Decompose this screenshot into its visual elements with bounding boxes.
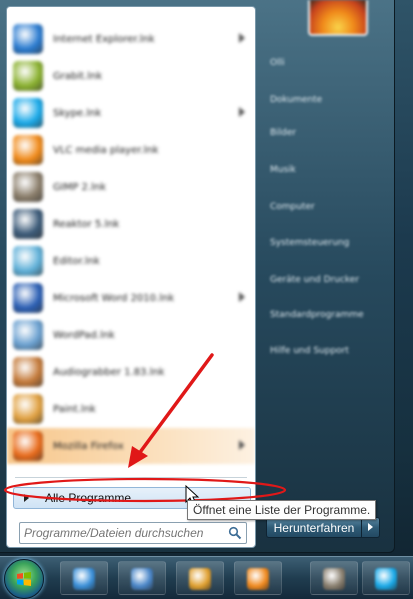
submenu-arrow-icon[interactable] xyxy=(239,33,245,43)
taskbar-app-button[interactable] xyxy=(176,561,224,595)
internet-explorer-taskbar-icon xyxy=(73,568,95,590)
submenu-arrow-icon[interactable] xyxy=(239,107,245,117)
program-label: Microsoft Word 2010.lnk xyxy=(53,292,175,304)
program-item[interactable]: Reaktor 5.lnk xyxy=(7,206,255,242)
submenu-arrow-icon[interactable] xyxy=(239,292,245,302)
search-box[interactable] xyxy=(19,522,247,544)
right-panel-link[interactable]: Musik xyxy=(270,165,296,175)
taskbar-app-button[interactable] xyxy=(234,561,282,595)
program-item[interactable]: Internet Explorer.lnk xyxy=(7,21,255,57)
program-label: Paint.lnk xyxy=(53,403,96,415)
right-panel-link[interactable]: Hilfe und Support xyxy=(270,346,349,356)
expand-arrow-icon xyxy=(24,494,29,502)
start-menu: Internet Explorer.lnk Grabit.lnk Skype.lnk… xyxy=(0,0,395,553)
program-label: Editor.lnk xyxy=(53,255,100,267)
windows-logo-icon xyxy=(17,572,31,586)
program-label: VLC media player.lnk xyxy=(53,144,159,156)
right-panel-link[interactable]: Bilder xyxy=(270,128,296,138)
start-button[interactable] xyxy=(4,559,44,599)
program-item[interactable]: VLC media player.lnk xyxy=(7,132,255,168)
tools-taskbar-icon xyxy=(189,568,211,590)
program-label: Skype.lnk xyxy=(53,107,102,119)
pinned-programs-list: Internet Explorer.lnk Grabit.lnk Skype.lnk… xyxy=(7,7,255,472)
search-input[interactable] xyxy=(24,526,220,540)
program-label: Internet Explorer.lnk xyxy=(53,33,155,45)
program-item[interactable]: Skype.lnk xyxy=(7,95,255,131)
programs-panel: Internet Explorer.lnk Grabit.lnk Skype.lnk… xyxy=(6,6,256,548)
paint-icon xyxy=(13,394,43,424)
grabit-icon xyxy=(13,61,43,91)
right-panel-link[interactable]: Computer xyxy=(270,202,315,212)
reaktor-icon xyxy=(13,209,43,239)
gimp-taskbar-icon xyxy=(323,568,345,590)
program-label: WordPad.lnk xyxy=(53,329,115,341)
skype-icon xyxy=(13,98,43,128)
all-programs-tooltip: Öffnet eine Liste der Programme. xyxy=(187,500,377,520)
word-icon xyxy=(13,283,43,313)
program-item[interactable]: Grabit.lnk xyxy=(7,58,255,94)
program-label: GIMP 2.lnk xyxy=(53,181,106,193)
menu-separator xyxy=(15,477,247,478)
right-panel-link[interactable]: Geräte und Drucker xyxy=(270,275,359,285)
wordpad-icon xyxy=(13,320,43,350)
right-links-panel: Olli Dokumente Bilder Musik Computer Systemst… xyxy=(258,0,392,510)
submenu-arrow-icon[interactable] xyxy=(239,440,245,450)
right-panel-link[interactable]: Dokumente xyxy=(270,95,322,105)
taskbar-app-button[interactable] xyxy=(118,561,166,595)
taskbar-app-button[interactable] xyxy=(362,561,410,595)
program-item[interactable]: GIMP 2.lnk xyxy=(7,169,255,205)
program-item[interactable]: Microsoft Word 2010.lnk xyxy=(7,280,255,316)
right-panel-link[interactable]: Standardprogramme xyxy=(270,310,364,320)
internet-explorer-icon xyxy=(13,24,43,54)
program-label: Mozilla Firefox xyxy=(53,440,124,452)
program-label: Grabit.lnk xyxy=(53,70,103,82)
firefox-icon xyxy=(13,431,43,461)
skype-taskbar-icon xyxy=(375,568,397,590)
program-item[interactable]: Mozilla Firefox xyxy=(7,428,255,464)
gimp-icon xyxy=(13,172,43,202)
search-icon[interactable] xyxy=(228,526,242,540)
program-label: Audiograbber 1.83.lnk xyxy=(53,366,165,378)
program-label: Reaktor 5.lnk xyxy=(53,218,120,230)
taskbar xyxy=(0,556,413,599)
user-picture[interactable] xyxy=(308,0,368,36)
taskbar-app-button[interactable] xyxy=(310,561,358,595)
shutdown-button[interactable]: Herunterfahren xyxy=(266,517,362,538)
right-panel-link[interactable]: Olli xyxy=(270,58,285,68)
media-player-taskbar-icon xyxy=(247,568,269,590)
program-item[interactable]: WordPad.lnk xyxy=(7,317,255,353)
vlc-icon xyxy=(13,135,43,165)
outlook-taskbar-icon xyxy=(131,568,153,590)
program-item[interactable]: Editor.lnk xyxy=(7,243,255,279)
program-item[interactable]: Audiograbber 1.83.lnk xyxy=(7,354,255,390)
shutdown-options-arrow[interactable] xyxy=(362,517,380,538)
right-panel-link[interactable]: Systemsteuerung xyxy=(270,238,349,248)
notepad-icon xyxy=(13,246,43,276)
program-item[interactable]: Paint.lnk xyxy=(7,391,255,427)
audiograbber-icon xyxy=(13,357,43,387)
all-programs-label: Alle Programme xyxy=(45,491,132,505)
taskbar-app-button[interactable] xyxy=(60,561,108,595)
